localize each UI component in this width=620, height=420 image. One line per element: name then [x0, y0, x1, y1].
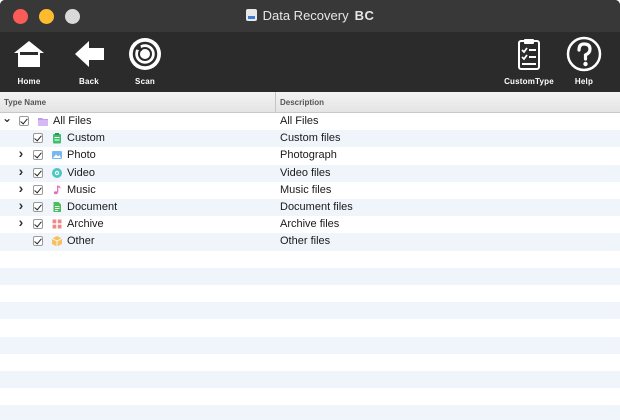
home-button[interactable]: Home: [4, 36, 54, 90]
checkbox-document[interactable]: [33, 202, 43, 212]
empty-row: [0, 285, 620, 302]
description-label: Document files: [280, 201, 353, 213]
edition-badge: BC: [354, 8, 375, 23]
empty-row: [0, 251, 620, 268]
type-name-label: Photo: [67, 149, 96, 162]
checkbox-archive[interactable]: [33, 219, 43, 230]
scan-label: Scan: [135, 77, 155, 86]
chevron-right-icon[interactable]: ›: [16, 181, 26, 195]
empty-row: [0, 336, 620, 354]
window-chrome: Data Recovery BC Home Back Scan CustomTy…: [0, 0, 620, 92]
type-name-label: Archive: [67, 218, 104, 231]
type-name-label: Video: [67, 166, 95, 179]
scan-button[interactable]: Scan: [120, 36, 170, 90]
box-icon: [51, 235, 63, 247]
app-window: Data Recovery BC Home Back Scan CustomTy…: [0, 0, 620, 420]
description-label: All Files: [280, 115, 319, 127]
back-button[interactable]: Back: [64, 36, 114, 90]
checkbox-other[interactable]: [33, 236, 43, 247]
home-label: Home: [17, 77, 41, 86]
custom-type-label: CustomType: [504, 77, 554, 86]
video-icon: [51, 167, 63, 179]
tree-row-archive[interactable]: › Archive Archive files: [0, 215, 620, 233]
type-name-label: Music: [67, 183, 96, 196]
archive-icon: [51, 218, 63, 230]
back-label: Back: [79, 77, 99, 86]
document-icon: [51, 201, 63, 213]
description-label: Archive files: [280, 218, 340, 231]
help-icon: [566, 36, 602, 72]
toolbar: Home Back Scan CustomType Help: [0, 32, 620, 92]
tree-row-document[interactable]: › Document Document files: [0, 198, 620, 217]
checkbox-custom[interactable]: [33, 133, 43, 144]
clipboard-checklist-icon: [518, 39, 540, 70]
help-label: Help: [574, 77, 594, 86]
description-label: Photograph: [280, 149, 337, 162]
checkbox-music[interactable]: [33, 184, 43, 195]
scan-icon: [129, 38, 161, 70]
chevron-down-icon[interactable]: ⌄: [2, 112, 12, 124]
app-icon: [245, 9, 257, 21]
photo-icon: [51, 149, 63, 161]
empty-row: [0, 302, 620, 320]
window-title-text: Data Recovery: [262, 8, 349, 23]
description-label: Music files: [280, 183, 332, 196]
folder-icon: [37, 115, 49, 127]
tree-row-music[interactable]: › Music Music files: [0, 181, 620, 199]
music-note-icon: [51, 184, 63, 196]
empty-row: [0, 354, 620, 371]
type-name-label: Custom: [67, 132, 105, 145]
table-header: Type Name Description: [0, 92, 620, 113]
tree-row-other[interactable]: Other Other files: [0, 233, 620, 251]
column-header-type-name[interactable]: Type Name: [4, 98, 46, 107]
description-label: Other files: [280, 235, 331, 248]
column-header-description[interactable]: Description: [280, 98, 324, 107]
empty-row: [0, 371, 620, 389]
checkbox-photo[interactable]: [33, 150, 43, 161]
clipboard-icon: [51, 132, 63, 144]
tree-row-photo[interactable]: › Photo Photograph: [0, 146, 620, 164]
type-name-label: Other: [67, 235, 95, 248]
chevron-right-icon[interactable]: ›: [16, 164, 26, 178]
description-label: Video files: [280, 166, 331, 179]
tree-row-all-files[interactable]: ⌄ All Files All Files: [0, 112, 620, 130]
empty-row: [0, 267, 620, 285]
help-button[interactable]: Help: [559, 36, 609, 90]
checkbox-all-files[interactable]: [19, 116, 29, 126]
empty-row: [0, 405, 620, 420]
home-icon: [14, 41, 44, 67]
checkbox-video[interactable]: [33, 167, 43, 178]
tree-row-custom[interactable]: Custom Custom files: [0, 130, 620, 148]
description-label: Custom files: [280, 132, 341, 145]
chevron-right-icon[interactable]: ›: [16, 215, 26, 229]
back-arrow-icon: [75, 41, 104, 67]
tree-row-video[interactable]: › Video Video files: [0, 164, 620, 182]
file-type-tree: ⌄ All Files All Files Custom Custom files › Ph…: [0, 112, 620, 420]
chevron-right-icon[interactable]: ›: [16, 146, 26, 160]
title-bar: Data Recovery BC: [0, 0, 620, 32]
custom-type-button[interactable]: CustomType: [500, 36, 558, 90]
chevron-right-icon[interactable]: ›: [16, 198, 26, 212]
type-name-label: Document: [67, 201, 118, 213]
column-divider[interactable]: [275, 92, 276, 112]
empty-row: [0, 388, 620, 405]
type-name-label: All Files: [53, 115, 92, 127]
window-title: Data Recovery BC: [0, 8, 620, 23]
empty-row: [0, 319, 620, 336]
